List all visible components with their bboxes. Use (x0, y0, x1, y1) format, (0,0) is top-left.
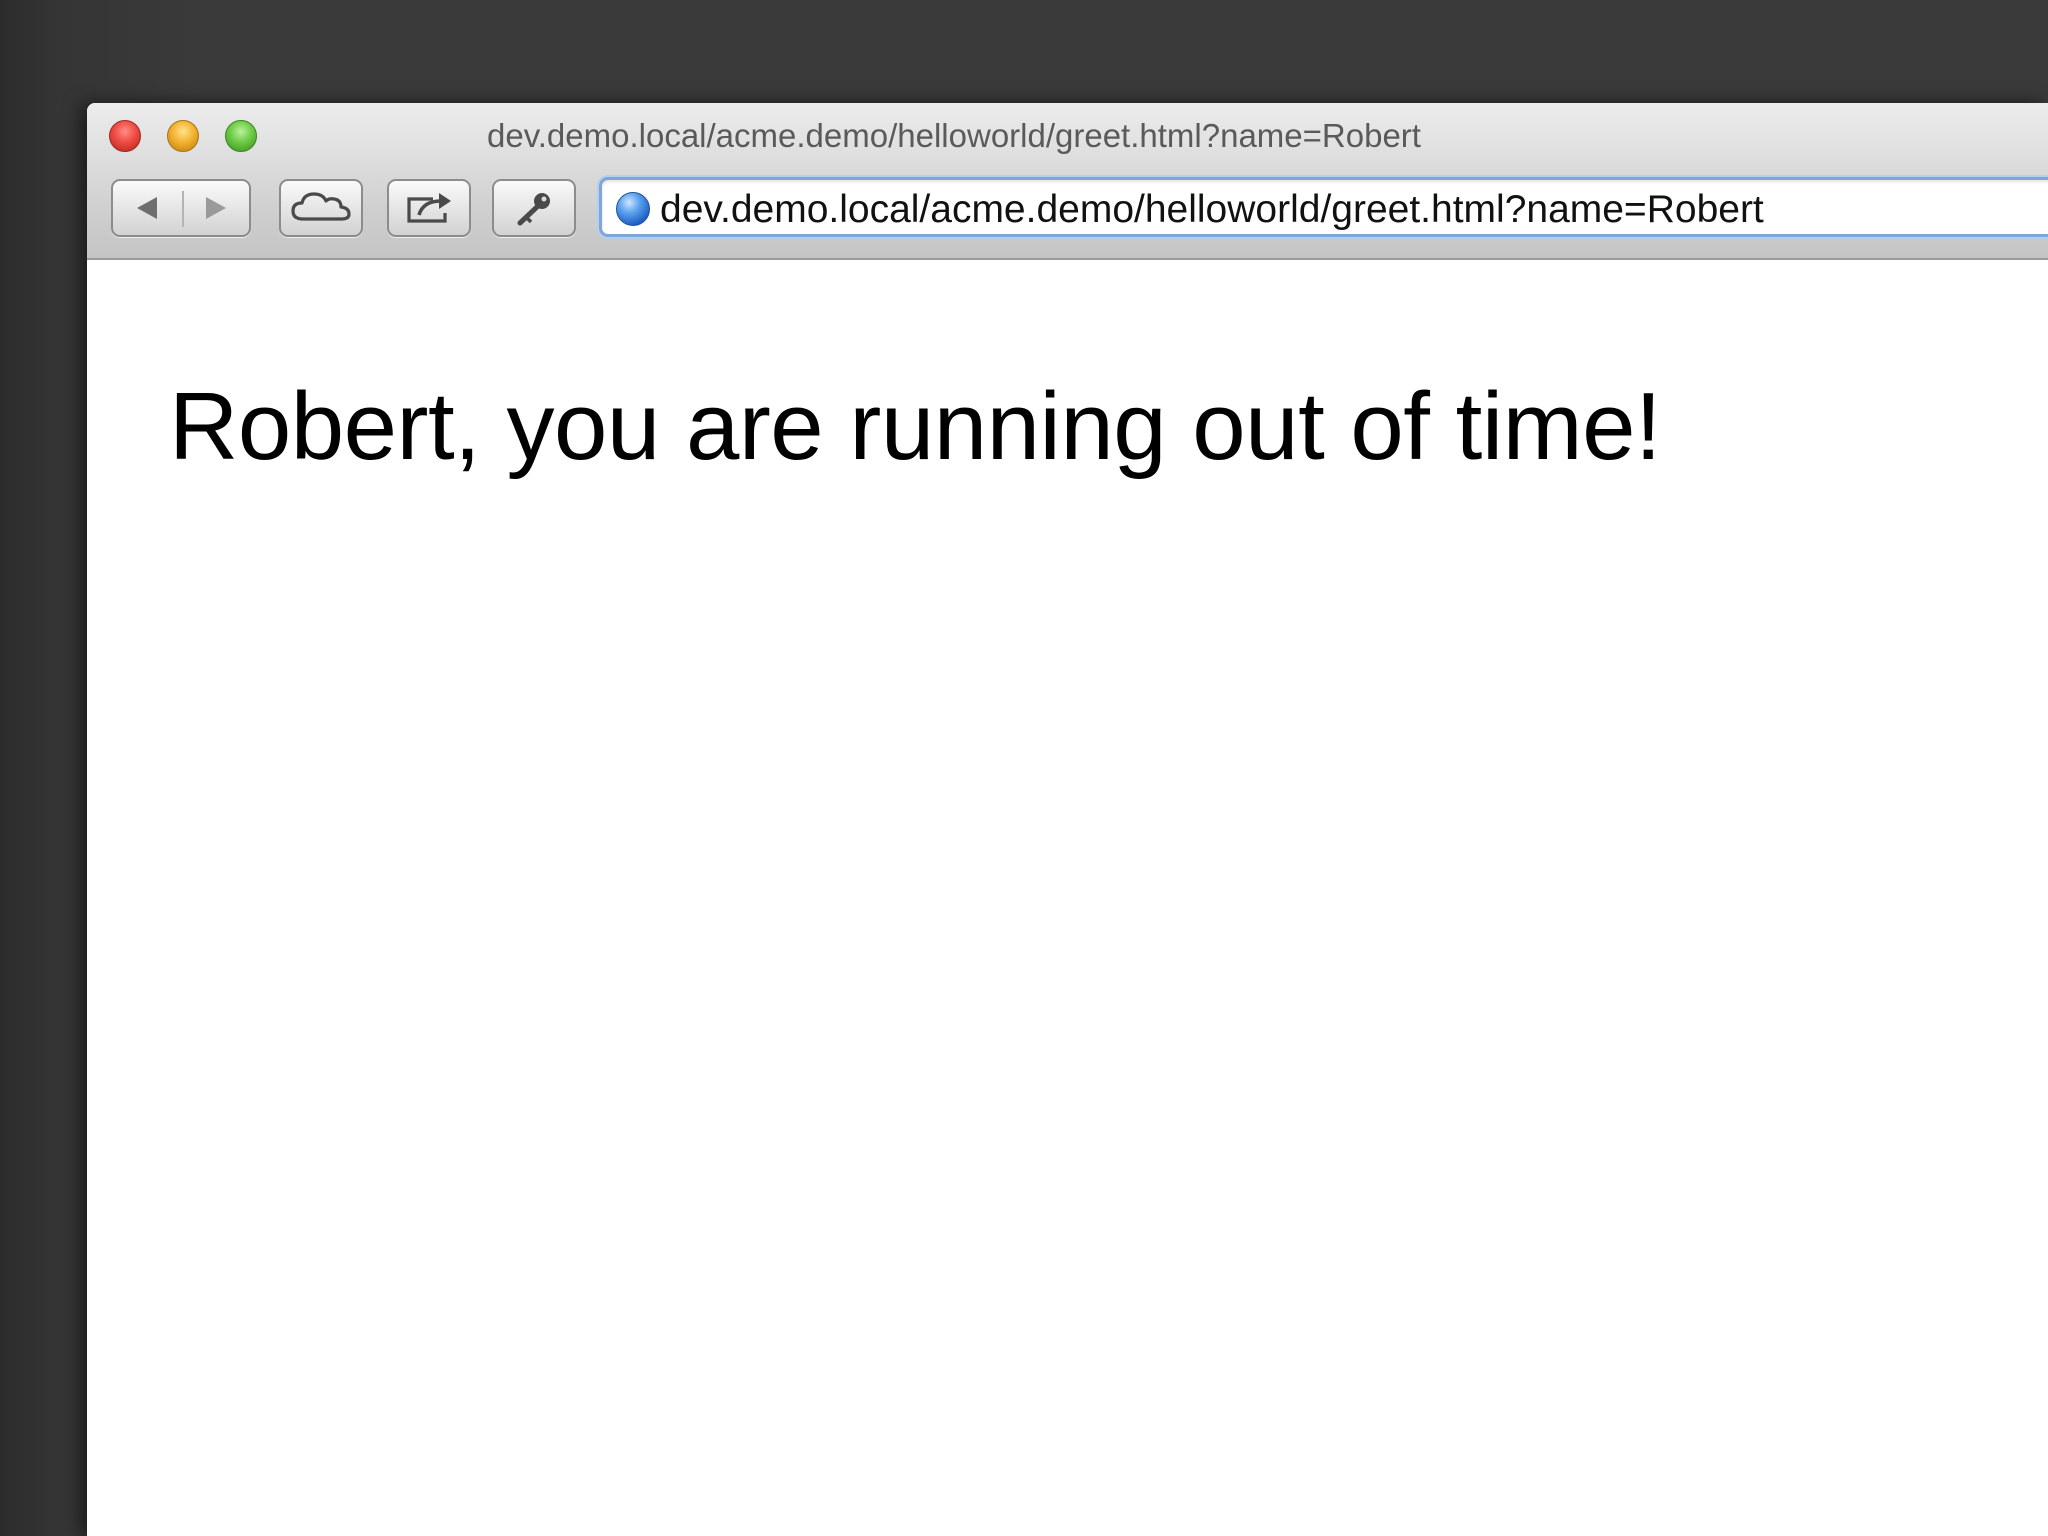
globe-icon (616, 192, 650, 226)
browser-window: dev.demo.local/acme.demo/helloworld/gree… (87, 103, 2048, 1536)
cloud-icon (291, 192, 351, 221)
share-button[interactable] (387, 179, 471, 237)
close-window-button[interactable] (109, 120, 141, 152)
forward-arrow-icon (206, 197, 226, 219)
share-icon (407, 193, 451, 223)
icloud-tabs-button[interactable] (279, 179, 363, 237)
back-arrow-icon (137, 197, 157, 219)
page-content: Robert, you are running out of time! (87, 260, 2048, 1536)
address-bar[interactable]: dev.demo.local/acme.demo/helloworld/gree… (599, 177, 2048, 237)
passwords-button[interactable] (492, 179, 576, 237)
back-forward-control (111, 179, 251, 237)
minimize-window-button[interactable] (167, 120, 199, 152)
window-title: dev.demo.local/acme.demo/helloworld/gree… (487, 117, 1421, 154)
key-icon (517, 193, 550, 226)
browser-chrome: dev.demo.local/acme.demo/helloworld/gree… (87, 103, 2048, 260)
zoom-window-button[interactable] (225, 120, 257, 152)
title-bar: dev.demo.local/acme.demo/helloworld/gree… (87, 103, 2048, 163)
url-text[interactable]: dev.demo.local/acme.demo/helloworld/gree… (660, 188, 1764, 232)
forward-button[interactable] (184, 181, 249, 235)
back-button[interactable] (113, 181, 181, 235)
browser-toolbar: dev.demo.local/acme.demo/helloworld/gree… (87, 169, 2048, 249)
page-heading: Robert, you are running out of time! (169, 373, 1662, 480)
